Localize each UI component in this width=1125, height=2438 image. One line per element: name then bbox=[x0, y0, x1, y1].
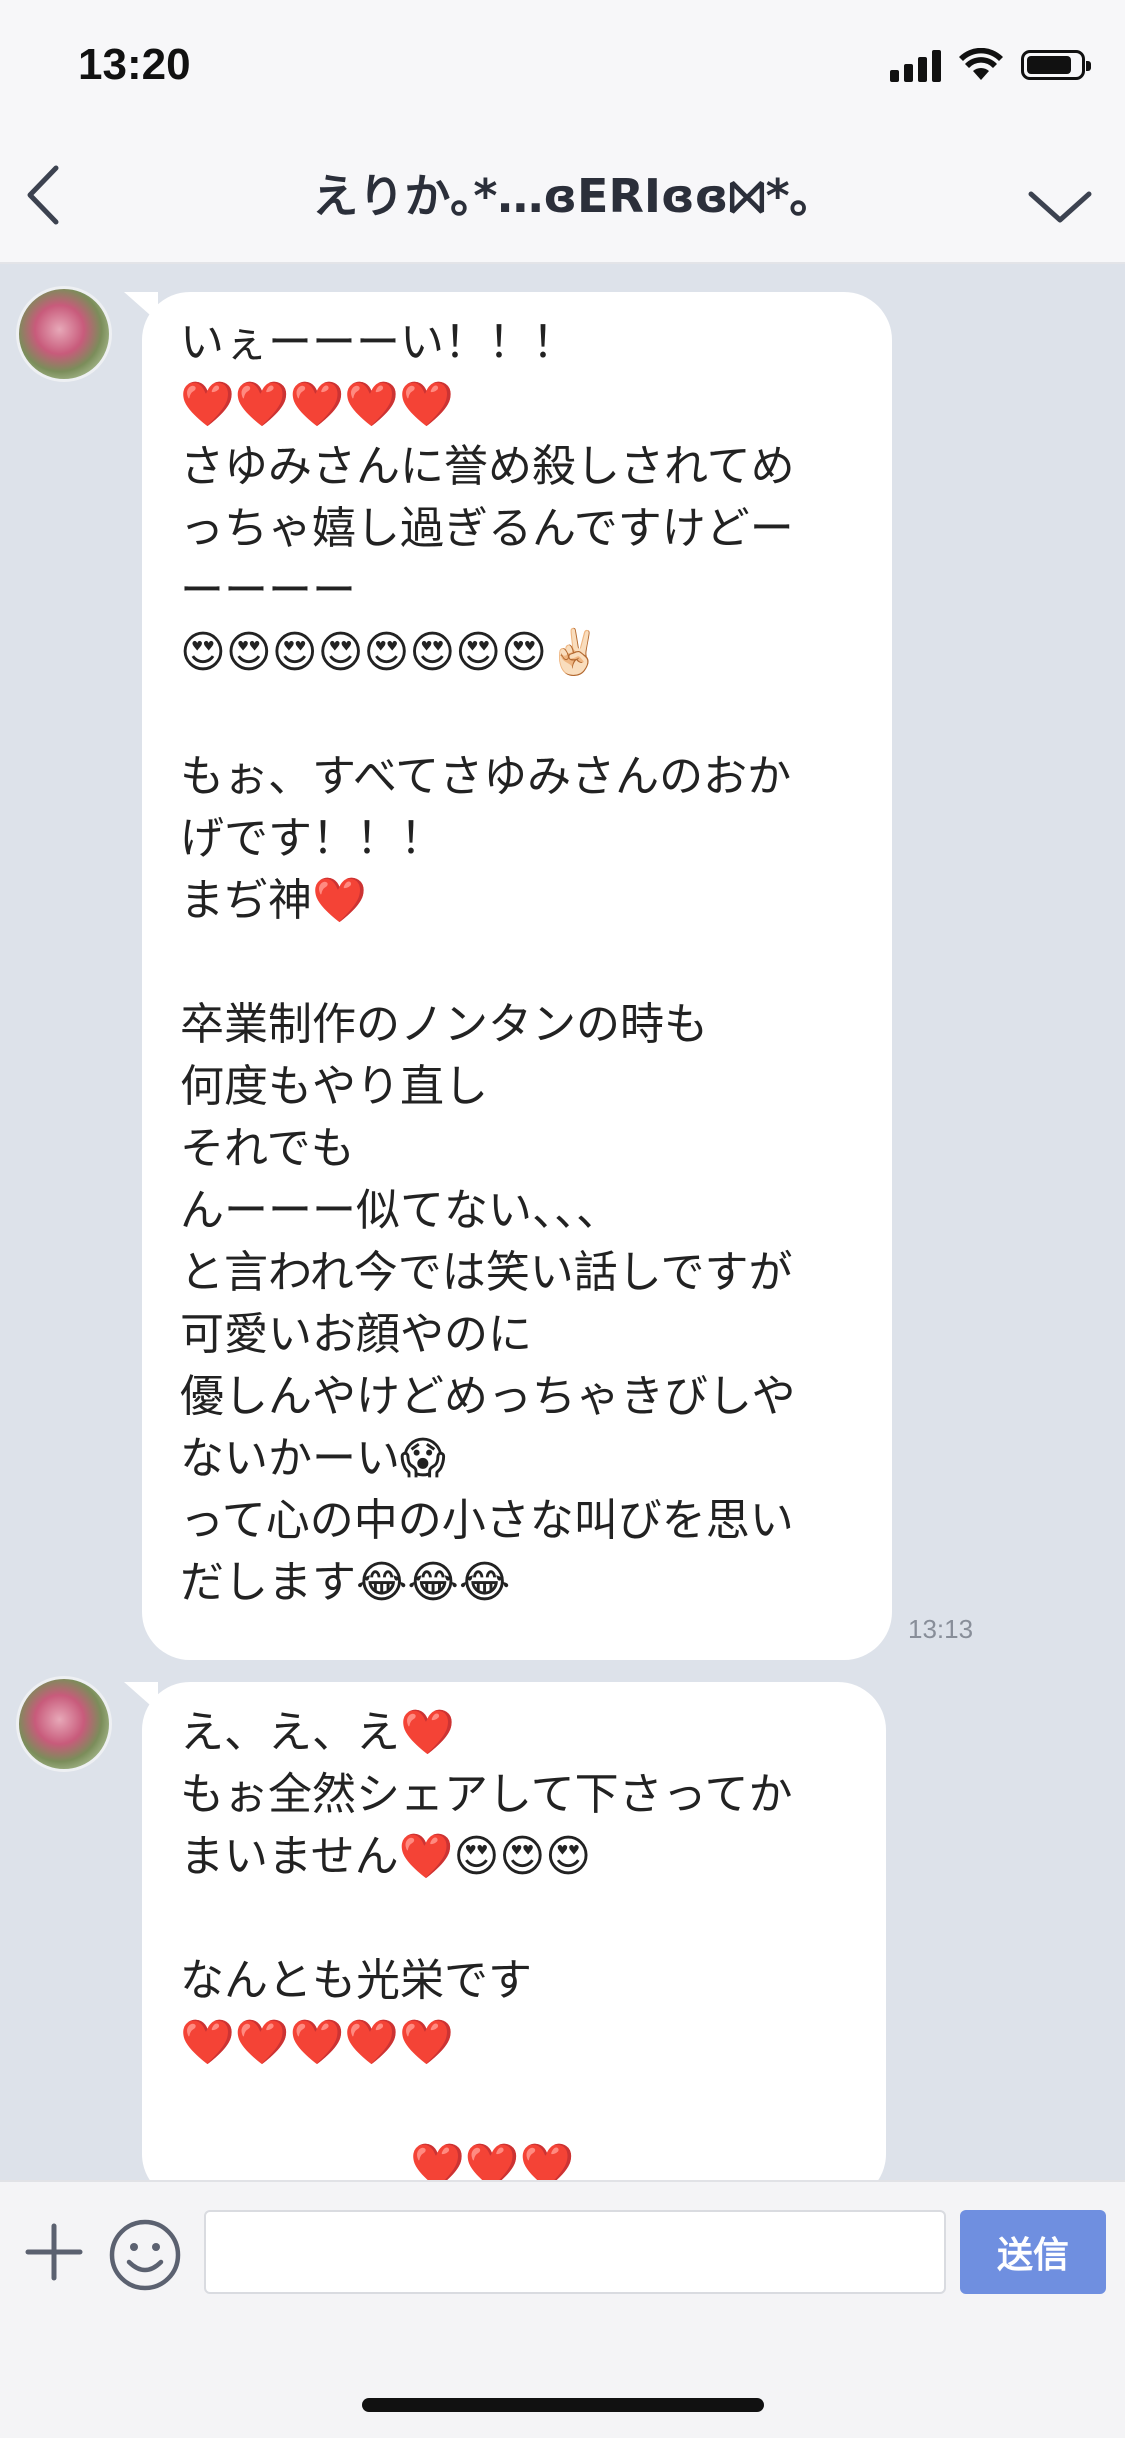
message-line: それでも bbox=[180, 1123, 355, 1174]
smiley-icon[interactable] bbox=[108, 2218, 182, 2292]
message-line: 優しんやけどめっちゃきびしや bbox=[180, 1371, 796, 1422]
message-line: 可愛いお顔やのに bbox=[180, 1309, 532, 1360]
message-line: いぇーーーい！！！ bbox=[180, 317, 576, 368]
message-line bbox=[180, 684, 852, 746]
battery-icon bbox=[1021, 50, 1091, 80]
message-line: まいません❤️😍😍😍 bbox=[180, 1831, 592, 1882]
message-line: 😍😍😍😍😍😍😍😍✌🏻 bbox=[180, 627, 602, 678]
message-line: と言われ今では笑い話しですが bbox=[180, 1247, 793, 1298]
message-timestamp: 13:13 bbox=[908, 1614, 974, 1644]
message-line: なんとも光栄です bbox=[180, 1955, 532, 2006]
message-input[interactable] bbox=[204, 2210, 946, 2294]
message-bubble[interactable]: いぇーーーい！！！ ❤️❤️❤️❤️❤️ さゆみさんに誉め殺しされてめ っちゃ嬉… bbox=[142, 292, 892, 1660]
signal-icon bbox=[890, 48, 941, 82]
message-line: さゆみさんに誉め殺しされてめ bbox=[180, 441, 795, 492]
send-button[interactable]: 送信 bbox=[960, 2210, 1106, 2294]
message-line: ❤️❤️❤️❤️❤️ bbox=[180, 379, 454, 430]
message-line: ないかーい😱 bbox=[180, 1433, 446, 1484]
message-line: っちゃ嬉し過ぎるんですけどー bbox=[180, 503, 794, 554]
chat-title: えりか｡*…ɞERIɞɞ⨝*｡ bbox=[312, 169, 813, 223]
message-line: んーーー似てない、、、 bbox=[180, 1185, 620, 1236]
message-line bbox=[180, 2074, 846, 2136]
home-indicator bbox=[362, 2398, 764, 2412]
message-line bbox=[180, 1888, 846, 1950]
top-bar: 13:20 えりか｡*…ɞERIɞɞ⨝*｡ bbox=[0, 0, 1125, 264]
message-line: ーーーー bbox=[180, 565, 356, 616]
plus-icon[interactable] bbox=[22, 2220, 86, 2284]
wifi-icon bbox=[959, 48, 1003, 80]
message-line: まぢ神❤️ bbox=[180, 875, 367, 926]
message-line: もぉ、すべてさゆみさんのおか bbox=[180, 751, 792, 802]
chevron-down-icon[interactable] bbox=[1025, 180, 1095, 230]
message-line: だします😂😂😂 bbox=[180, 1557, 511, 1608]
avatar[interactable] bbox=[16, 1676, 112, 1772]
message-line: ❤️❤️❤️❤️❤️ bbox=[180, 2017, 454, 2068]
message-line bbox=[180, 932, 852, 994]
status-icons bbox=[890, 48, 1091, 82]
message-line: え、え、え❤️ bbox=[180, 1707, 455, 1758]
message-line: 卒業制作のノンタンの時も bbox=[180, 999, 708, 1050]
message-line: って心の中の小さな叫びを思い bbox=[180, 1495, 794, 1546]
message-line: げです！！！ bbox=[180, 813, 444, 864]
status-time: 13:20 bbox=[78, 40, 191, 89]
message-line: もぉ全然シェアして下さってか bbox=[180, 1769, 793, 1820]
message-bubble[interactable]: え、え、え❤️ もぉ全然シェアして下さってか まいません❤️😍😍😍 なんとも光栄… bbox=[142, 1682, 886, 2202]
avatar[interactable] bbox=[16, 286, 112, 382]
message-line: 何度もやり直し bbox=[180, 1061, 488, 1112]
